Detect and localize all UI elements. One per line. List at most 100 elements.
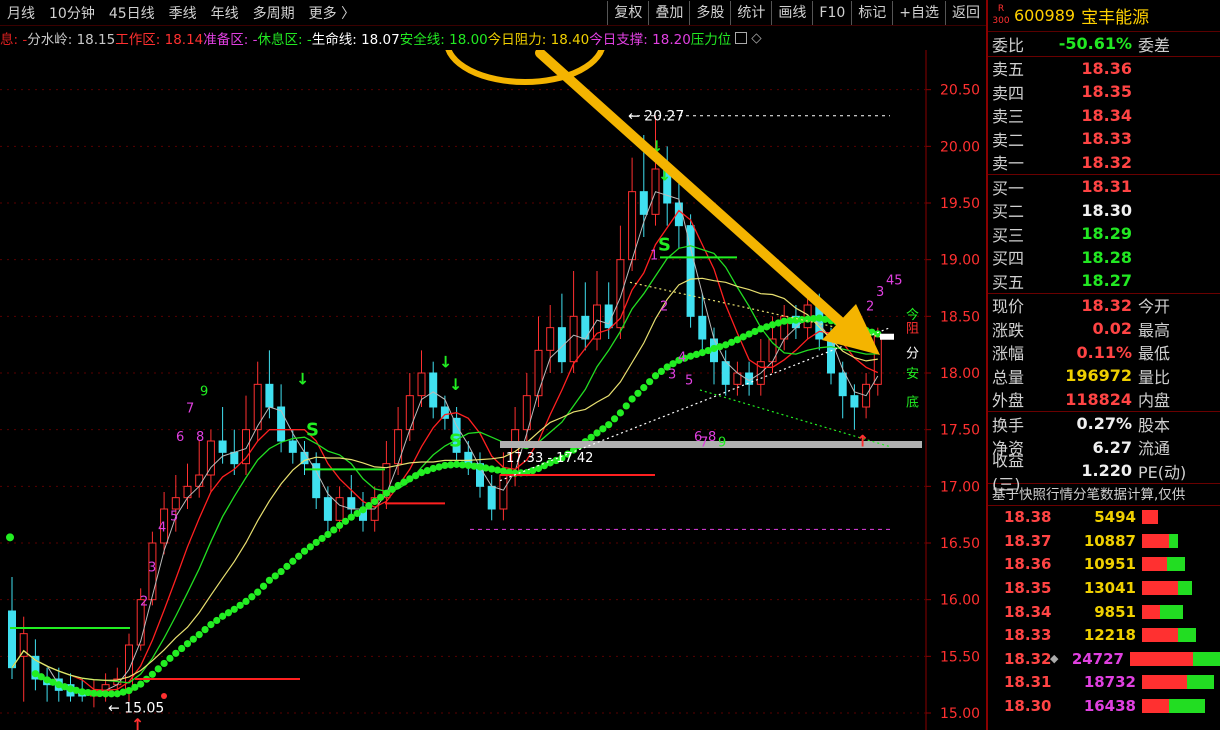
- buy-volume-bar: [1130, 651, 1193, 666]
- sell-signal-icon: S: [306, 419, 319, 440]
- quote-value: 18.34: [1081, 105, 1132, 125]
- indicator-label: 休息区:: [257, 32, 303, 48]
- level-volume-bar: [1142, 628, 1196, 643]
- stock-code: 600989: [1014, 6, 1076, 25]
- quote-label: 买五: [992, 272, 1025, 292]
- sequence-count: 2: [660, 300, 668, 315]
- candle-body: [628, 191, 637, 261]
- quote-row: 买五 18.27: [988, 269, 1220, 293]
- sell-volume-bar: [1187, 675, 1214, 690]
- quote-panel: R 300 600989 宝丰能源 委比 -50.61% 委差 卖五 18.36 卖四…: [986, 0, 1220, 730]
- down-arrow-icon: ↓: [449, 375, 462, 394]
- safety-line-dot: [622, 402, 630, 410]
- tool-button[interactable]: 标记: [851, 0, 892, 25]
- tool-button[interactable]: 画线: [771, 0, 812, 25]
- price-level-row: 18.36 10951: [988, 553, 1220, 577]
- sell-volume-bar: [1193, 651, 1220, 666]
- candle-body: [569, 315, 578, 363]
- quote-row: 收益(三) 1.220 PE(动): [988, 451, 1220, 494]
- safety-line-dot: [201, 626, 209, 634]
- candle-body: [230, 451, 239, 465]
- quote-row: 外盘 118824 内盘: [988, 388, 1220, 412]
- safety-line-dot: [306, 543, 314, 551]
- sell-volume-bar: [1178, 628, 1196, 643]
- safety-line-dot: [336, 521, 344, 530]
- safety-line-dot: [283, 562, 291, 570]
- candle-body: [698, 315, 707, 340]
- level-volume: 10951: [1083, 555, 1136, 574]
- level-volume: 12218: [1083, 626, 1136, 645]
- quote-value: 18.33: [1081, 129, 1132, 149]
- price-level-row: 18.30 16438: [988, 694, 1220, 718]
- candle-body: [277, 406, 286, 442]
- kline-chart[interactable]: 20.50 20.00 19.50 19.00 18.50 18.00 17.50 17.00…: [0, 50, 986, 730]
- buy-volume-bar: [1142, 699, 1169, 714]
- safety-line-dot: [242, 597, 250, 605]
- fundamental-stats: 换手 0.27% 股本 净资 6.27 流通 收益(三) 1.220 PE(动): [988, 411, 1220, 494]
- high-price-label: ← 20.27: [628, 109, 684, 125]
- price-level-row: 18.35 13041: [988, 576, 1220, 600]
- tool-button[interactable]: 统计: [730, 0, 771, 25]
- quote-label: 买三: [992, 225, 1025, 245]
- period-tab[interactable]: 多周期: [246, 3, 302, 23]
- buy-volume-bar: [1142, 604, 1160, 619]
- safety-line-dot: [605, 421, 613, 429]
- signal-dot: [161, 693, 167, 699]
- level-price: 18.30: [1004, 697, 1052, 716]
- sequence-count: 4: [158, 521, 166, 536]
- buy-volume-bar: [1142, 581, 1178, 596]
- tool-button[interactable]: 叠加: [648, 0, 689, 25]
- tool-button[interactable]: 复权: [607, 0, 648, 25]
- price-level-row: 18.32 ◆ 24727: [988, 647, 1220, 671]
- quote-label: 卖四: [992, 83, 1025, 103]
- indicator-item: 今日阻力: 18.40: [488, 28, 590, 48]
- safety-line-dot: [640, 384, 648, 392]
- buy-volume-bar: [1142, 557, 1167, 572]
- indicator-item: 生命线: 18.07: [312, 28, 400, 48]
- range-label: 17.33 - 17.42: [506, 451, 593, 466]
- safety-line-dot: [148, 670, 156, 678]
- safety-line-dot: [265, 576, 273, 584]
- sequence-count: 1: [650, 249, 658, 264]
- quote-value: 0.02: [1092, 319, 1132, 339]
- period-tab[interactable]: 45日线: [102, 3, 162, 23]
- safety-line-dot: [213, 616, 221, 625]
- order-ratio-row: 委比 -50.61% 委差: [992, 34, 1171, 55]
- quote-label: 买一: [992, 178, 1025, 198]
- indicator-value: 18.07: [356, 32, 400, 48]
- safety-line-dot: [376, 493, 385, 501]
- period-tab[interactable]: 月线: [0, 3, 42, 23]
- expand-icon[interactable]: [735, 32, 748, 44]
- quote-row: 买二 18.30: [988, 199, 1220, 223]
- sell-signal-icon: S: [449, 431, 462, 452]
- candle-body: [323, 497, 332, 521]
- quote-label2: 内盘: [1138, 391, 1171, 411]
- period-tab[interactable]: 更多 〉: [302, 3, 362, 23]
- sequence-count: 45: [886, 274, 903, 289]
- sequence-count: 2: [866, 300, 874, 315]
- quote-value: 18.31: [1081, 177, 1132, 197]
- price-volume-distribution[interactable]: 18.38 5494 18.37 10887 18.36 10951 18.35 13041 1…: [988, 506, 1220, 718]
- safety-line-dot: [657, 367, 665, 376]
- candle-body: [335, 497, 344, 521]
- period-tab[interactable]: 10分钟: [42, 3, 102, 23]
- tool-button[interactable]: 返回: [945, 0, 986, 25]
- quote-row: 涨跌 0.02 最高: [988, 317, 1220, 341]
- quote-row: 卖一 18.32: [988, 151, 1220, 175]
- quote-value: 18.27: [1081, 271, 1132, 291]
- period-tab[interactable]: 季线: [162, 3, 204, 23]
- safety-line-dot: [236, 601, 244, 609]
- level-volume: 9851: [1094, 602, 1136, 621]
- quote-row: 买四 18.28: [988, 246, 1220, 270]
- level-volume-bar: [1142, 557, 1185, 572]
- tool-button[interactable]: +自选: [892, 0, 945, 25]
- diamond-icon[interactable]: ◇: [751, 30, 761, 46]
- y-tick-label: 20.00: [940, 139, 980, 155]
- indicator-label: 准备区:: [203, 32, 249, 48]
- safety-line-dot: [371, 497, 379, 506]
- tool-button[interactable]: 多股: [689, 0, 730, 25]
- sequence-count: 7: [186, 402, 194, 417]
- period-tab[interactable]: 年线: [204, 3, 246, 23]
- tool-button[interactable]: F10: [812, 0, 851, 25]
- safety-line-dot: [160, 659, 168, 668]
